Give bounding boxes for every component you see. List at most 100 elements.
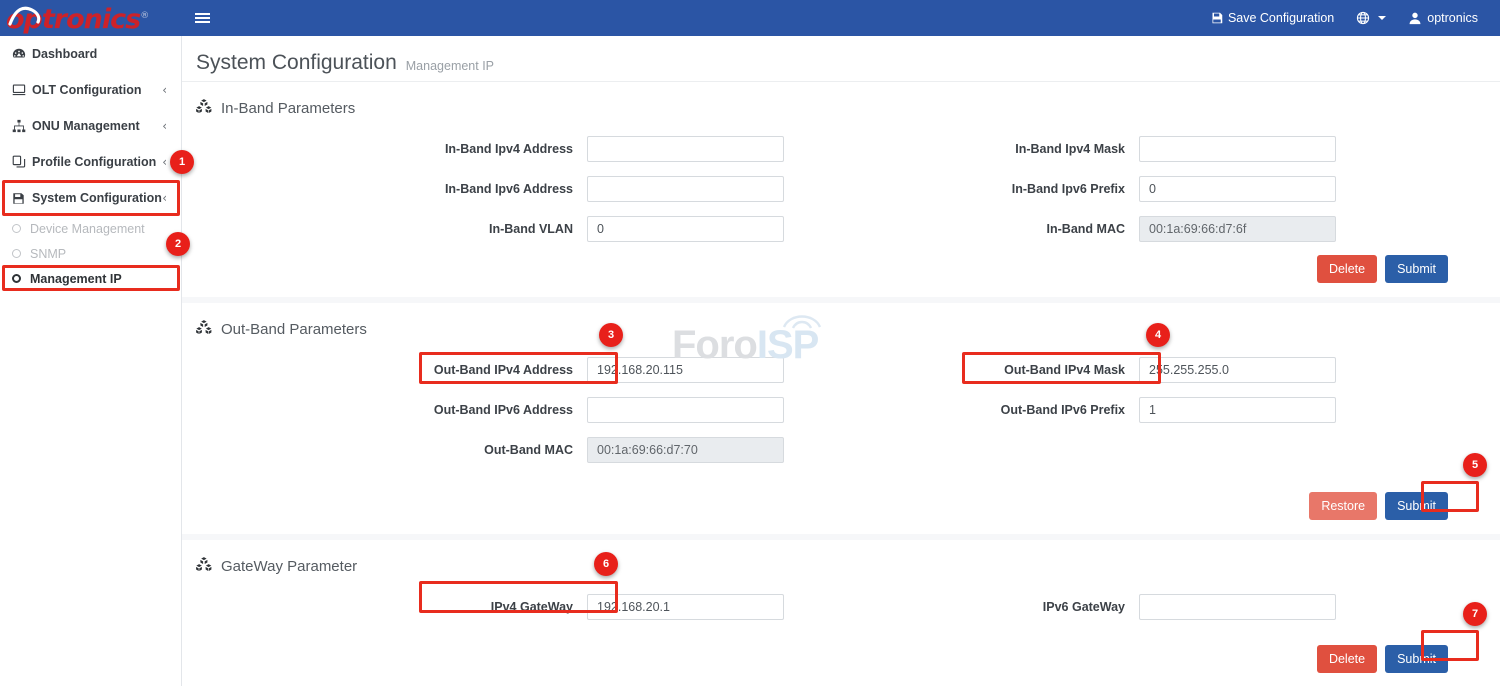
sidebar-label-snmp: SNMP [30, 247, 66, 261]
label-out-band-ipv4-mask: Out-Band IPv4 Mask [802, 363, 1139, 377]
in-band-delete-button[interactable]: Delete [1317, 255, 1377, 283]
in-band-row-3: In-Band VLAN In-Band MAC [182, 209, 1500, 249]
label-out-band-ipv6-address: Out-Band IPv6 Address [182, 403, 587, 417]
sidebar-item-dashboard[interactable]: Dashboard [0, 36, 181, 72]
label-in-band-ipv6-address: In-Band Ipv6 Address [182, 182, 587, 196]
field-ipv6-gateway: IPv6 GateWay [802, 594, 1422, 620]
save-icon [1211, 12, 1223, 24]
input-in-band-ipv4-mask[interactable] [1139, 136, 1336, 162]
step-badge-1: 1 [170, 150, 194, 174]
input-in-band-ipv6-prefix[interactable] [1139, 176, 1336, 202]
out-band-panel-title: Out-Band Parameters [221, 321, 367, 338]
field-in-band-ipv4-mask: In-Band Ipv4 Mask [802, 136, 1422, 162]
field-out-band-ipv4-address: Out-Band IPv4 Address [182, 357, 802, 383]
input-in-band-ipv6-address[interactable] [587, 176, 784, 202]
field-out-band-ipv6-address: Out-Band IPv6 Address [182, 397, 802, 423]
circle-icon [12, 224, 21, 233]
field-ipv4-gateway: IPv4 GateWay [182, 594, 802, 620]
label-in-band-ipv4-address: In-Band Ipv4 Address [182, 142, 587, 156]
input-out-band-ipv6-prefix[interactable] [1139, 397, 1336, 423]
input-out-band-ipv4-address[interactable] [587, 357, 784, 383]
out-band-parameters-panel: Out-Band Parameters Out-Band IPv4 Addres… [182, 303, 1500, 534]
chevron-left-icon: ‹ [162, 83, 167, 97]
cubes-icon [196, 319, 212, 340]
sidebar-item-snmp[interactable]: SNMP [0, 241, 181, 266]
circle-icon [12, 249, 21, 258]
label-out-band-mac: Out-Band MAC [182, 443, 587, 457]
field-in-band-ipv6-prefix: In-Band Ipv6 Prefix [802, 176, 1422, 202]
in-band-row-1: In-Band Ipv4 Address In-Band Ipv4 Mask [182, 129, 1500, 169]
step-badge-6: 6 [594, 552, 618, 576]
field-out-band-mac: Out-Band MAC [182, 437, 802, 463]
input-out-band-ipv4-mask[interactable] [1139, 357, 1336, 383]
save-disk-icon [12, 192, 32, 205]
chevron-left-icon: ‹ [162, 155, 167, 169]
input-in-band-vlan[interactable] [587, 216, 784, 242]
input-in-band-ipv4-address[interactable] [587, 136, 784, 162]
save-configuration-button[interactable]: Save Configuration [1200, 0, 1345, 36]
sidebar: Dashboard OLT Configuration ‹ [0, 36, 182, 686]
field-in-band-mac: In-Band MAC [802, 216, 1422, 242]
field-in-band-vlan: In-Band VLAN [182, 216, 802, 242]
user-icon [1408, 11, 1422, 25]
sidebar-item-management-ip[interactable]: Management IP [0, 266, 181, 291]
sidebar-label-dashboard: Dashboard [32, 47, 167, 61]
sidebar-label-device-management: Device Management [30, 222, 145, 236]
dashboard-icon [12, 47, 32, 61]
sidebar-item-profile-configuration[interactable]: Profile Configuration ‹ [0, 144, 181, 180]
gateway-submit-button[interactable]: Submit [1385, 645, 1448, 673]
label-in-band-mac: In-Band MAC [802, 222, 1139, 236]
field-in-band-ipv6-address: In-Band Ipv6 Address [182, 176, 802, 202]
gateway-row-1: IPv4 GateWay IPv6 GateWay [182, 587, 1500, 627]
chevron-left-icon: ‹ [162, 191, 167, 205]
step-badge-4: 4 [1146, 323, 1170, 347]
language-selector[interactable] [1345, 0, 1397, 36]
in-band-button-row: Delete Submit [182, 249, 1500, 285]
page-title: System Configuration [196, 51, 397, 75]
in-band-panel-title: In-Band Parameters [221, 100, 355, 117]
label-in-band-ipv4-mask: In-Band Ipv4 Mask [802, 142, 1139, 156]
gateway-button-row: Delete Submit [182, 627, 1500, 675]
step-badge-5: 5 [1463, 453, 1487, 477]
gateway-panel-title: GateWay Parameter [221, 558, 357, 575]
globe-icon [1356, 11, 1370, 25]
label-in-band-ipv6-prefix: In-Band Ipv6 Prefix [802, 182, 1139, 196]
input-ipv4-gateway[interactable] [587, 594, 784, 620]
sidebar-label-profile-configuration: Profile Configuration [32, 155, 162, 169]
sidebar-item-olt-configuration[interactable]: OLT Configuration ‹ [0, 72, 181, 108]
circle-icon [12, 274, 21, 283]
gateway-parameter-panel: GateWay Parameter IPv4 GateWay IPv6 Gate… [182, 540, 1500, 686]
out-band-row-2: Out-Band IPv6 Address Out-Band IPv6 Pref… [182, 390, 1500, 430]
in-band-parameters-panel: In-Band Parameters In-Band Ipv4 Address … [182, 82, 1500, 297]
chevron-down-icon [1378, 16, 1386, 20]
copy-icon [12, 155, 32, 169]
input-in-band-mac [1139, 216, 1336, 242]
input-out-band-ipv6-address[interactable] [587, 397, 784, 423]
step-badge-3: 3 [599, 323, 623, 347]
hamburger-icon[interactable] [182, 0, 222, 36]
save-configuration-label: Save Configuration [1228, 11, 1334, 25]
sidebar-item-system-configuration[interactable]: System Configuration ‹ [0, 180, 181, 216]
field-out-band-ipv6-prefix: Out-Band IPv6 Prefix [802, 397, 1422, 423]
out-band-row-3: Out-Band MAC [182, 430, 1500, 470]
brand-logo[interactable]: optronics® [0, 0, 182, 36]
user-menu[interactable]: optronics [1397, 0, 1500, 36]
in-band-row-2: In-Band Ipv6 Address In-Band Ipv6 Prefix [182, 169, 1500, 209]
input-out-band-mac [587, 437, 784, 463]
user-name-label: optronics [1427, 11, 1478, 25]
in-band-panel-header: In-Band Parameters [182, 92, 1500, 121]
sidebar-item-device-management[interactable]: Device Management [0, 216, 181, 241]
field-in-band-ipv4-address: In-Band Ipv4 Address [182, 136, 802, 162]
in-band-submit-button[interactable]: Submit [1385, 255, 1448, 283]
out-band-submit-button[interactable]: Submit [1385, 492, 1448, 520]
label-out-band-ipv4-address: Out-Band IPv4 Address [182, 363, 587, 377]
step-badge-2: 2 [166, 232, 190, 256]
input-ipv6-gateway[interactable] [1139, 594, 1336, 620]
label-ipv4-gateway: IPv4 GateWay [182, 600, 587, 614]
sidebar-label-management-ip: Management IP [30, 272, 122, 286]
gateway-delete-button[interactable]: Delete [1317, 645, 1377, 673]
sidebar-item-onu-management[interactable]: ONU Management ‹ [0, 108, 181, 144]
out-band-restore-button[interactable]: Restore [1309, 492, 1377, 520]
label-ipv6-gateway: IPv6 GateWay [802, 600, 1139, 614]
sidebar-label-onu-management: ONU Management [32, 119, 162, 133]
